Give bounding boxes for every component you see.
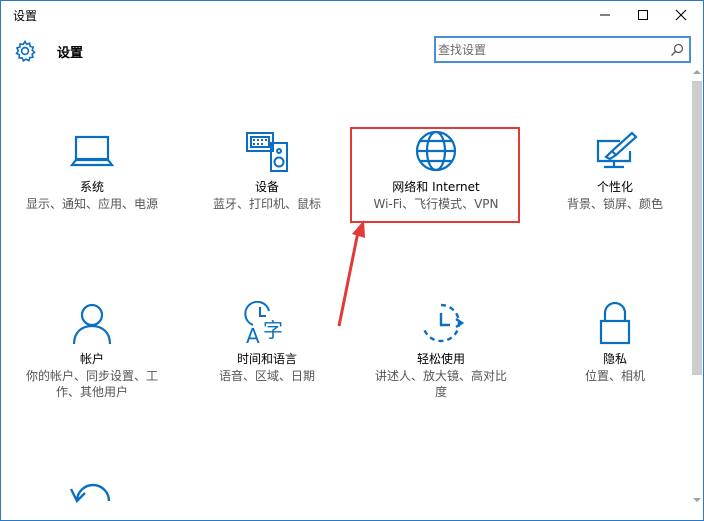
tile-ease-of-access[interactable]: 轻松使用 讲述人、放大镜、高对比度 (355, 301, 527, 400)
tile-personalization-name: 个性化 (596, 180, 633, 194)
tile-time-language[interactable]: A 字 时间和语言 语音、区域、日期 (181, 301, 353, 384)
minimize-button[interactable] (587, 1, 623, 29)
tile-privacy[interactable]: 隐私 位置、相机 (529, 301, 701, 384)
annotation-arrow-icon (337, 220, 365, 327)
tile-time-language-name: 时间和语言 (236, 352, 297, 366)
maximize-button[interactable] (625, 1, 661, 29)
settings-window: 设置 设置 查找设置 系统 显示、通知、应用、电源 设备 蓝牙、打印机、鼠标 网… (0, 0, 704, 521)
tile-time-language-desc: 语音、区域、日期 (218, 369, 315, 383)
laptop-icon (70, 135, 114, 167)
tile-privacy-name: 隐私 (602, 352, 627, 366)
tile-devices-name: 设备 (254, 180, 279, 194)
gear-icon (15, 39, 36, 62)
tile-system[interactable]: 系统 显示、通知、应用、电源 (6, 129, 178, 212)
search-input[interactable] (438, 40, 658, 59)
devices-icon (246, 132, 288, 172)
search-icon[interactable] (669, 42, 685, 58)
network-highlight-box (350, 127, 520, 223)
tile-devices[interactable]: 设备 蓝牙、打印机、鼠标 (181, 129, 353, 212)
scroll-up-arrow-icon[interactable] (692, 67, 702, 77)
tile-system-desc: 显示、通知、应用、电源 (25, 197, 158, 211)
scroll-down-arrow-icon[interactable] (692, 495, 702, 505)
tile-privacy-desc: 位置、相机 (584, 369, 645, 383)
update-icon (69, 483, 111, 504)
clock-language-icon: A 字 (244, 301, 283, 345)
tile-update[interactable] (6, 475, 178, 505)
title-bar[interactable]: 设置 (1, 1, 703, 29)
tile-system-name: 系统 (79, 180, 104, 194)
page-title: 设置 (57, 46, 84, 61)
tile-ease-of-access-desc: 讲述人、放大镜、高对比度 (374, 369, 507, 399)
tile-devices-desc: 蓝牙、打印机、鼠标 (212, 197, 321, 211)
close-button[interactable] (663, 1, 699, 29)
svg-text:A: A (246, 324, 260, 345)
tile-accounts-desc: 你的帐户、同步设置、工作、其他用户 (25, 369, 158, 399)
tile-personalization[interactable]: 个性化 背景、锁屏、颜色 (529, 129, 701, 212)
lock-icon (599, 301, 631, 345)
paint-screen-icon (596, 131, 638, 169)
tile-ease-of-access-name: 轻松使用 (416, 352, 465, 366)
search-box[interactable] (434, 36, 691, 63)
tile-accounts-name: 帐户 (79, 352, 104, 366)
person-icon (72, 303, 112, 345)
close-icon (675, 9, 687, 21)
maximize-icon (638, 10, 648, 20)
ease-of-access-icon (422, 303, 464, 343)
tile-accounts[interactable]: 帐户 你的帐户、同步设置、工作、其他用户 (6, 301, 178, 400)
svg-text:字: 字 (263, 318, 283, 342)
minimize-icon (600, 14, 610, 16)
window-title: 设置 (13, 9, 38, 23)
tile-personalization-desc: 背景、锁屏、颜色 (566, 197, 663, 211)
